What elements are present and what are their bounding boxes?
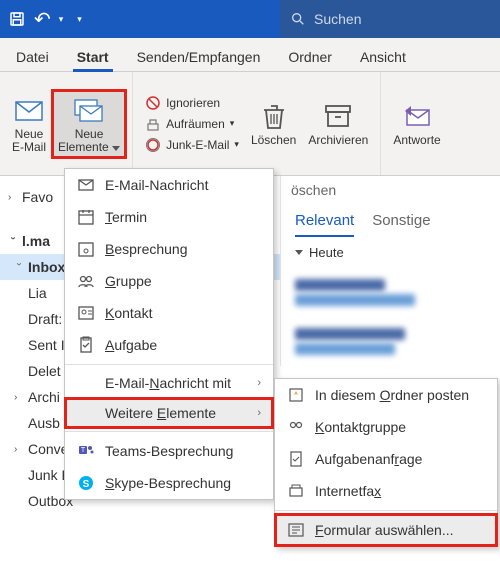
group-respond: Antworte bbox=[381, 72, 452, 175]
cleanup-icon bbox=[145, 116, 161, 132]
trash-icon bbox=[258, 100, 290, 132]
new-email-label1: Neue bbox=[15, 127, 44, 141]
menu-email-using[interactable]: E-Mail-Nachricht mit› bbox=[65, 368, 273, 398]
teams-icon: T bbox=[77, 442, 95, 460]
submenu-choose-form[interactable]: Formular auswählen... bbox=[275, 514, 497, 546]
task-icon bbox=[77, 336, 95, 354]
menu-more-items[interactable]: Weitere Elemente› bbox=[65, 398, 273, 428]
save-icon[interactable] bbox=[8, 10, 26, 28]
junk-button[interactable]: Junk-E-Mail ▾ bbox=[143, 136, 241, 154]
tab-file[interactable]: Datei bbox=[12, 43, 53, 71]
fax-icon bbox=[287, 482, 305, 500]
form-icon bbox=[287, 521, 305, 539]
menu-meeting[interactable]: Besprechung bbox=[65, 233, 273, 265]
menu-group[interactable]: Gruppe bbox=[65, 265, 273, 297]
submenu-ifax[interactable]: Internetfax bbox=[275, 475, 497, 507]
calendar-icon bbox=[77, 208, 95, 226]
ignore-button[interactable]: Ignorieren bbox=[143, 94, 241, 112]
rp-header: öschen bbox=[281, 176, 500, 204]
menu-email[interactable]: E-Mail-Nachricht bbox=[65, 169, 273, 201]
menu-teams[interactable]: TTeams-Besprechung bbox=[65, 435, 273, 467]
contact-icon bbox=[77, 304, 95, 322]
group-new: NeueE-Mail NeueElemente bbox=[0, 72, 133, 175]
chevron-down-icon bbox=[112, 146, 120, 151]
post-icon bbox=[287, 386, 305, 404]
tab-sendrecv[interactable]: Senden/Empfangen bbox=[133, 43, 265, 71]
message-item[interactable] bbox=[281, 268, 500, 317]
group-delete: Ignorieren Aufräumen ▾ Junk-E-Mail ▾ Lös… bbox=[133, 72, 381, 175]
archive-icon bbox=[322, 100, 354, 132]
search-icon bbox=[290, 11, 306, 27]
tab-folder[interactable]: Ordner bbox=[284, 43, 336, 71]
new-email-label2: E-Mail bbox=[12, 140, 46, 154]
svg-text:S: S bbox=[83, 479, 90, 490]
reply-label: Antworte bbox=[393, 134, 440, 147]
chevron-right-icon: › bbox=[257, 377, 261, 389]
qat: ↶ ▾ ▾ bbox=[0, 0, 280, 38]
message-item[interactable] bbox=[281, 317, 500, 366]
delete-button[interactable]: Löschen bbox=[245, 96, 302, 151]
group-icon bbox=[77, 272, 95, 290]
delete-label: Löschen bbox=[251, 134, 296, 147]
taskreq-icon bbox=[287, 450, 305, 468]
message-pane: öschen Relevant Sonstige Heute bbox=[280, 176, 500, 366]
mail-icon bbox=[13, 94, 45, 126]
title-bar: ↶ ▾ ▾ Suchen bbox=[0, 0, 500, 38]
meeting-icon bbox=[77, 240, 95, 258]
new-items-label1: Neue bbox=[75, 127, 104, 141]
ribbon: NeueE-Mail NeueElemente Ignorieren Aufrä… bbox=[0, 72, 500, 176]
archive-label: Archivieren bbox=[308, 134, 368, 147]
svg-text:T: T bbox=[81, 447, 86, 454]
new-email-button[interactable]: NeueE-Mail bbox=[6, 90, 52, 158]
ribbon-tabs: Datei Start Senden/Empfangen Ordner Ansi… bbox=[0, 38, 500, 72]
chevron-right-icon: › bbox=[257, 407, 261, 419]
new-items-icon bbox=[73, 94, 105, 126]
skype-icon: S bbox=[77, 474, 95, 492]
submenu-contactgroup[interactable]: Kontaktgruppe bbox=[275, 411, 497, 443]
search-placeholder: Suchen bbox=[314, 11, 361, 27]
chevron-down-icon bbox=[295, 250, 303, 255]
tab-view[interactable]: Ansicht bbox=[356, 43, 410, 71]
menu-contact[interactable]: Kontakt bbox=[65, 297, 273, 329]
tab-other[interactable]: Sonstige bbox=[372, 212, 430, 237]
reply-icon bbox=[401, 100, 433, 132]
undo-more-icon[interactable]: ▾ bbox=[59, 14, 64, 25]
date-group[interactable]: Heute bbox=[281, 237, 500, 268]
undo-icon[interactable]: ↶ bbox=[34, 7, 51, 32]
reply-button[interactable]: Antworte bbox=[387, 96, 446, 151]
menu-appointment[interactable]: Termin bbox=[65, 201, 273, 233]
cleanup-button[interactable]: Aufräumen ▾ bbox=[143, 115, 241, 133]
search-box[interactable]: Suchen bbox=[280, 11, 500, 27]
new-items-menu: E-Mail-Nachricht Termin Besprechung Grup… bbox=[64, 168, 274, 500]
mail-icon bbox=[77, 176, 95, 194]
menu-task[interactable]: Aufgabe bbox=[65, 329, 273, 361]
more-items-submenu: In diesem Ordner posten Kontaktgruppe Au… bbox=[274, 378, 498, 547]
ignore-icon bbox=[145, 95, 161, 111]
tab-home[interactable]: Start bbox=[73, 43, 113, 71]
submenu-taskreq[interactable]: Aufgabenanfrage bbox=[275, 443, 497, 475]
archive-button[interactable]: Archivieren bbox=[302, 96, 374, 151]
tab-relevant[interactable]: Relevant bbox=[295, 212, 354, 237]
new-items-button[interactable]: NeueElemente bbox=[52, 90, 126, 158]
submenu-post[interactable]: In diesem Ordner posten bbox=[275, 379, 497, 411]
focused-tabs: Relevant Sonstige bbox=[281, 204, 500, 237]
new-items-label2: Elemente bbox=[58, 140, 109, 154]
menu-skype[interactable]: SSkype-Besprechung bbox=[65, 467, 273, 499]
junk-icon bbox=[145, 137, 161, 153]
contactgroup-icon bbox=[287, 418, 305, 436]
qat-customize-icon[interactable]: ▾ bbox=[77, 14, 82, 25]
